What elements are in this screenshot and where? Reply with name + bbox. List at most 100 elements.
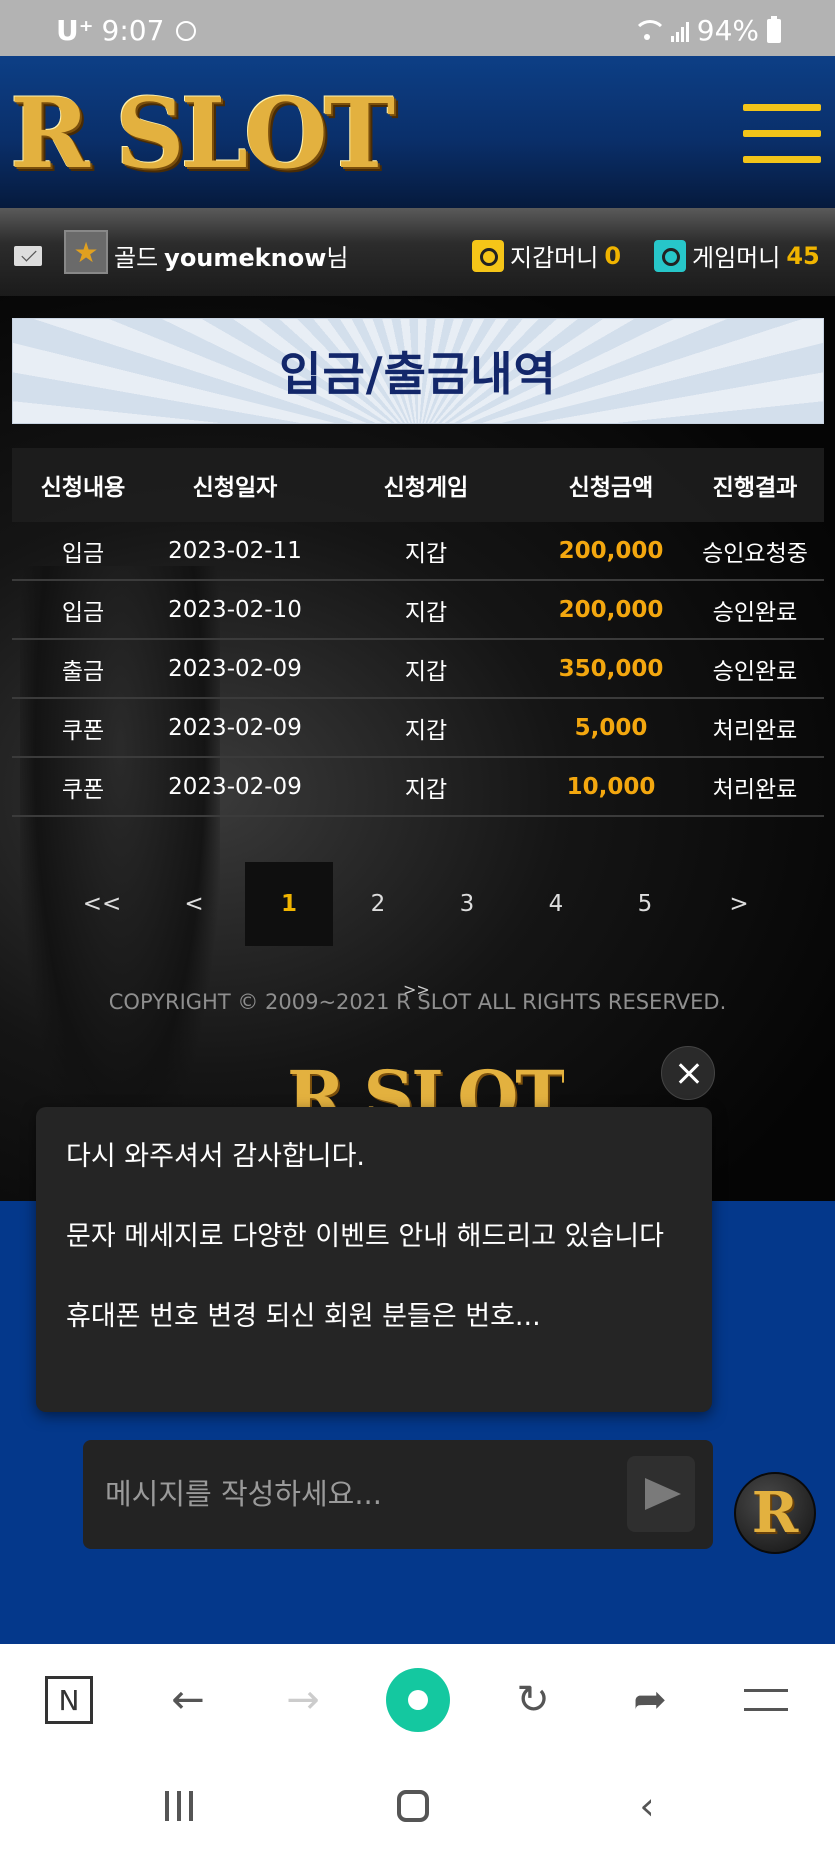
chat-launcher-button[interactable]: R [734, 1472, 816, 1554]
system-nav-bar: ‹ [0, 1756, 835, 1856]
send-icon[interactable] [627, 1456, 695, 1532]
page-title-banner: 입금/출금내역 [12, 318, 824, 424]
game-money-value: 45 [786, 241, 820, 270]
cell-amount: 10,000 [566, 773, 656, 800]
clock: 9:07 [101, 14, 165, 47]
page-5-button[interactable]: 5 [601, 862, 689, 946]
header-date: 신청일자 [192, 475, 278, 501]
back-arrow-icon[interactable]: ← [148, 1644, 228, 1756]
status-bar: U⁺ 9:07 94% [0, 0, 835, 56]
wallet-value: 0 [604, 241, 622, 270]
page-prev-button[interactable]: < [150, 862, 238, 946]
cell-game: 지갑 [404, 776, 448, 803]
cell-game: 지갑 [404, 717, 448, 744]
game-money-label: 게임머니 [692, 244, 781, 272]
recent-apps-icon[interactable] [134, 1756, 224, 1856]
header-game: 신청게임 [383, 475, 469, 501]
wifi-icon [632, 19, 667, 42]
carrier-label: U⁺ [56, 14, 94, 47]
page-2-button[interactable]: 2 [334, 862, 422, 946]
cell-game: 지갑 [404, 599, 448, 626]
user-suffix: 님 [326, 244, 349, 272]
page-3-button[interactable]: 3 [423, 862, 511, 946]
share-icon[interactable]: ➦ [610, 1644, 690, 1756]
user-bar: ★ 골드 youmeknow님 지갑머니 0 게임머니 45 [0, 208, 835, 296]
green-dot-button[interactable] [378, 1644, 458, 1756]
footer-logo: R SLOT [287, 1055, 565, 1107]
popup-close-icon[interactable] [661, 1046, 715, 1100]
cell-status: 승인완료 [712, 658, 798, 685]
cell-type: 출금 [61, 658, 105, 685]
page-1-button[interactable]: 1 [245, 862, 333, 946]
page-last-button[interactable]: >> [403, 980, 430, 999]
cell-status: 승인요청중 [702, 540, 808, 567]
cell-date: 2023-02-09 [168, 773, 302, 800]
popup-line-3: 휴대폰 번호 변경 되신 회원 분들은 번호... [66, 1301, 541, 1332]
page-first-button[interactable]: << [58, 862, 146, 946]
page-title: 입금/출금내역 [279, 347, 557, 401]
cell-type: 입금 [61, 540, 105, 567]
rank-badge-icon: ★ [64, 230, 108, 274]
game-money[interactable]: 게임머니 45 [654, 238, 820, 273]
notice-popup[interactable]: 다시 와주셔서 감사합니다. 문자 메세지로 다양한 이벤트 안내 해드리고 있… [36, 1107, 712, 1412]
copyright-area: >> COPYRIGHT © 2009~2021 R SLOT ALL RIGH… [0, 980, 835, 1014]
chat-message-box [83, 1440, 713, 1549]
browser-toolbar: N ← → ↻ ➦ [0, 1644, 835, 1756]
cell-game: 지갑 [404, 658, 448, 685]
naver-home-button[interactable]: N [29, 1644, 109, 1756]
status-right: 94% [632, 14, 781, 47]
popup-line-1: 다시 와주셔서 감사합니다. [66, 1141, 365, 1172]
user-rank: 골드 [114, 244, 159, 272]
cell-type: 입금 [61, 599, 105, 626]
forward-arrow-icon[interactable]: → [263, 1644, 343, 1756]
hamburger-menu-icon[interactable] [743, 104, 821, 164]
cell-amount: 200,000 [558, 537, 664, 564]
wallet-icon [472, 239, 504, 272]
cell-status: 처리완료 [712, 776, 798, 803]
popup-line-2: 문자 메세지로 다양한 이벤트 안내 해드리고 있습니다 [66, 1221, 664, 1252]
site-logo[interactable]: R SLOT [10, 84, 395, 184]
cell-date: 2023-02-09 [168, 655, 302, 682]
wallet-money[interactable]: 지갑머니 0 [472, 238, 621, 273]
pagination: << < 1 2 3 4 5 > [58, 862, 798, 946]
table-row: 입금 2023-02-11 지갑 200,000 승인요청중 [12, 522, 824, 581]
cell-amount: 5,000 [574, 714, 648, 741]
chat-message-input[interactable] [105, 1470, 585, 1518]
table-row: 쿠폰 2023-02-09 지갑 5,000 처리완료 [12, 699, 824, 758]
naver-n-icon: N [45, 1676, 93, 1724]
transaction-table: 신청내용 신청일자 신청게임 신청금액 진행결과 입금 2023-02-11 지… [12, 448, 824, 817]
cell-status: 처리완료 [712, 717, 798, 744]
system-back-icon[interactable]: ‹ [602, 1756, 692, 1856]
wallet-label: 지갑머니 [510, 244, 599, 272]
table-header: 신청내용 신청일자 신청게임 신청금액 진행결과 [12, 448, 824, 522]
mail-icon[interactable] [14, 246, 42, 266]
alarm-icon [176, 20, 197, 41]
page-4-button[interactable]: 4 [512, 862, 600, 946]
header-status: 진행결과 [712, 475, 798, 501]
battery-icon [767, 15, 781, 43]
page-next-button[interactable]: > [695, 862, 783, 946]
browser-menu-icon[interactable] [726, 1644, 806, 1756]
status-left: U⁺ 9:07 [56, 14, 197, 47]
battery-percent: 94% [696, 14, 759, 47]
table-row: 출금 2023-02-09 지갑 350,000 승인완료 [12, 640, 824, 699]
site-header: R SLOT [0, 56, 835, 208]
user-greeting: 골드 youmeknow님 [114, 238, 348, 273]
cell-amount: 200,000 [558, 596, 664, 623]
signal-icon [670, 20, 689, 42]
cell-date: 2023-02-11 [168, 537, 302, 564]
game-money-icon [654, 239, 686, 272]
cell-type: 쿠폰 [61, 776, 105, 803]
user-id: youmeknow [164, 244, 327, 272]
table-row: 쿠폰 2023-02-09 지갑 10,000 처리완료 [12, 758, 824, 817]
cell-game: 지갑 [404, 540, 448, 567]
table-row: 입금 2023-02-10 지갑 200,000 승인완료 [12, 581, 824, 640]
home-icon[interactable] [368, 1756, 458, 1856]
cell-date: 2023-02-09 [168, 714, 302, 741]
refresh-icon[interactable]: ↻ [493, 1644, 573, 1756]
cell-amount: 350,000 [558, 655, 664, 682]
header-amount: 신청금액 [568, 475, 654, 501]
cell-status: 승인완료 [712, 599, 798, 626]
header-type: 신청내용 [40, 475, 126, 501]
cell-type: 쿠폰 [61, 717, 105, 744]
